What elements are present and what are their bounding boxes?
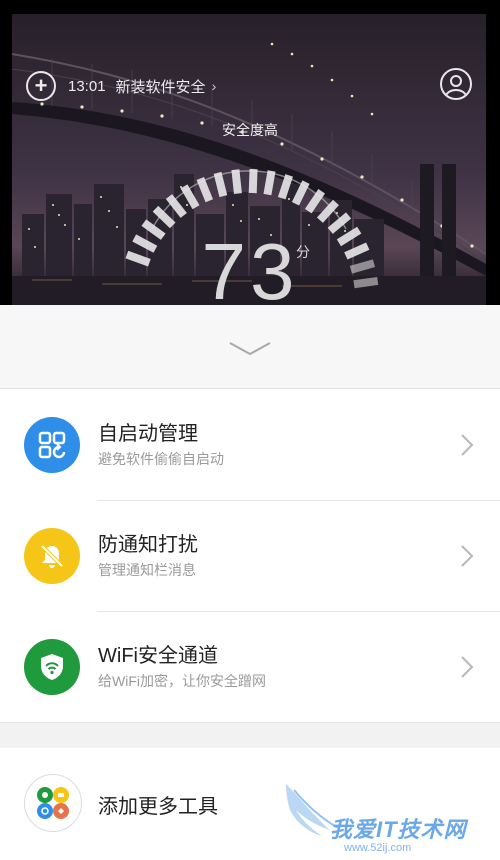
chevron-right-icon [461,655,474,678]
item-subtitle: 给WiFi加密，让你安全蹭网 [98,672,266,689]
watermark-url: www.52ij.com [344,842,412,854]
add-more-tools-label: 添加更多工具 [98,796,218,818]
section-gap [0,722,500,748]
header-background: + 13:01 新装软件安全 › 安全度高 73 分 [0,0,500,312]
score-unit: 分 [296,244,310,260]
section-divider [0,722,500,723]
list-item-notification-block[interactable]: 防通知打扰 管理通知栏消息 [0,500,500,611]
item-subtitle: 避免软件偷偷自启动 [98,450,224,467]
chevron-right-icon [461,544,474,567]
notice-time: 13:01 [68,77,106,95]
safety-score: 73 [201,227,299,316]
chevron-down-icon[interactable] [228,340,272,358]
list-item-wifi-secure[interactable]: WiFi安全通道 给WiFi加密，让你安全蹭网 [0,611,500,722]
user-avatar-icon[interactable] [440,68,472,100]
header-top-row: + 13:01 新装软件安全 › [26,71,216,101]
more-tools-icon [24,774,82,832]
bell-off-icon [24,527,80,584]
tool-list: 自启动管理 避免软件偷偷自启动 防通知打扰 管理通知栏消息 WiFi安全通道 给… [0,389,500,722]
item-title: 防通知打扰 [98,533,198,556]
safety-level-label: 安全度高 [222,122,278,138]
item-title: 自启动管理 [98,422,198,445]
watermark-text: 我爱IT技术网 [330,817,467,842]
list-item-autostart[interactable]: 自启动管理 避免软件偷偷自启动 [0,389,500,500]
notice-arrow-icon: › [211,78,217,94]
item-title: WiFi安全通道 [98,644,218,667]
chevron-right-icon [461,433,474,456]
item-subtitle: 管理通知栏消息 [98,561,196,578]
app-grid-icon [24,416,80,473]
wifi-shield-icon [24,638,80,695]
plus-circle-icon[interactable]: + [26,71,56,101]
notice-text[interactable]: 新装软件安全 [116,76,206,97]
